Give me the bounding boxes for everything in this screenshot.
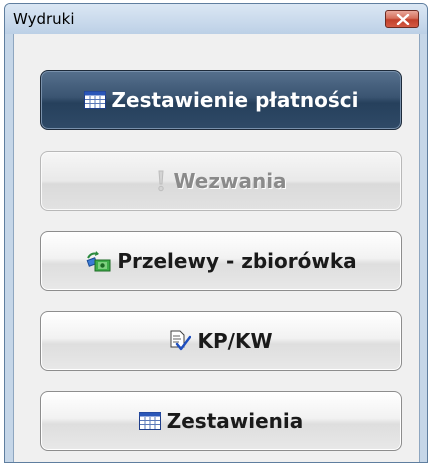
exclamation-icon [155, 170, 167, 192]
table-report-icon [138, 412, 161, 430]
dialog-content: Zestawienie płatności Wezwania Przelewy … [13, 34, 420, 462]
przelewy-zbiorowka-button[interactable]: Przelewy - zbiorówka [40, 231, 402, 291]
wezwania-button[interactable]: Wezwania [40, 151, 402, 211]
money-transfer-icon [85, 250, 111, 272]
kp-kw-button[interactable]: KP/KW [40, 311, 402, 371]
table-report-icon [83, 91, 106, 109]
window-title: Wydruki [13, 10, 75, 28]
zestawienie-platnosci-button[interactable]: Zestawienie płatności [40, 70, 402, 130]
document-check-icon [169, 330, 192, 352]
button-label: Zestawienie płatności [111, 88, 359, 112]
button-label: Wezwania [173, 169, 287, 193]
button-label: Zestawienia [166, 409, 304, 433]
print-dialog-window: Wydruki Zestawienie płatności Wezwania P… [4, 3, 428, 463]
close-button[interactable] [385, 10, 419, 28]
close-icon [396, 14, 410, 25]
button-label: Przelewy - zbiorówka [117, 249, 357, 273]
button-label: KP/KW [197, 329, 273, 353]
zestawienia-button[interactable]: Zestawienia [40, 391, 402, 451]
title-bar[interactable]: Wydruki [5, 4, 427, 34]
